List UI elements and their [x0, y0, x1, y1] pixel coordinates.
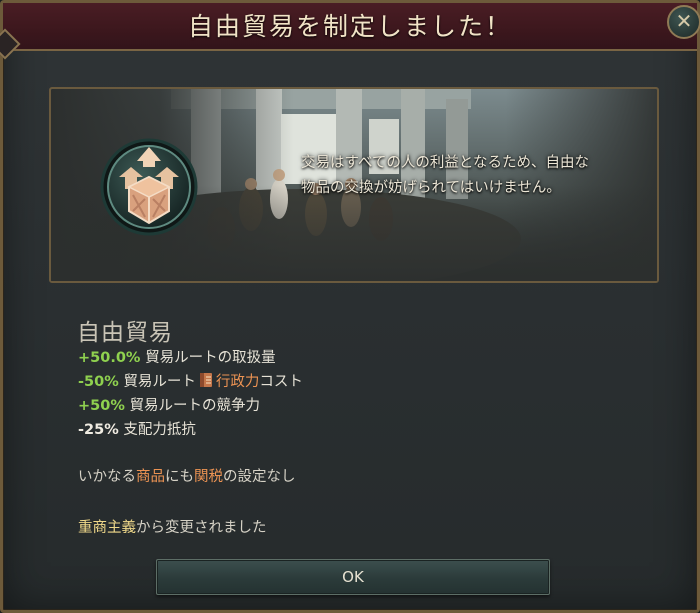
tariff-prefix: いかなる	[78, 469, 136, 485]
event-window: 自由貿易を制定しました！ ✕ 交易はすべての人の利益となるため、自由な物品の交換…	[0, 0, 700, 613]
policy-change-note: 重商主義から変更されました	[78, 516, 267, 537]
administration-scroll-icon	[199, 373, 212, 387]
event-title: 自由貿易を制定しました！	[187, 12, 512, 41]
tariff-middle: にも	[165, 469, 194, 485]
effect-label: 貿易ルートの取扱量	[140, 350, 276, 366]
free-trade-crates-icon	[100, 138, 198, 236]
effect-label: 貿易ルートの競争力	[124, 398, 260, 414]
effect-value: -50%	[78, 374, 119, 390]
tariffs-keyword: 関税	[194, 469, 223, 485]
effect-trade-route-competitiveness: +50% 貿易ルートの競争力	[78, 394, 303, 418]
modifier-name: 自由貿易	[77, 320, 173, 346]
effect-label: 支配力抵抗	[118, 422, 196, 438]
policy-change-suffix: から変更されました	[136, 520, 267, 536]
effect-trade-route-admin-cost: -50% 貿易ルート 行政力コスト	[78, 370, 303, 394]
effect-value: +50%	[78, 398, 125, 414]
effect-control-resistance: -25% 支配力抵抗	[78, 418, 303, 442]
previous-policy: 重商主義	[78, 520, 136, 536]
title-bar: 自由貿易を制定しました！	[3, 3, 697, 51]
effect-value: +50.0%	[78, 350, 141, 366]
modifier-effects: +50.0% 貿易ルートの取扱量 -50% 貿易ルート 行政力コスト +50% …	[78, 346, 303, 442]
goods-keyword: 商品	[136, 469, 165, 485]
close-button[interactable]: ✕	[667, 5, 700, 39]
event-quote: 交易はすべての人の利益となるため、自由な物品の交換が妨げられてはいけません。	[301, 155, 589, 196]
effect-trade-route-volume: +50.0% 貿易ルートの取扱量	[78, 346, 303, 370]
effect-label: 貿易ルート	[118, 374, 196, 390]
tariff-note: いかなる商品にも関税の設定なし	[78, 465, 296, 486]
effect-suffix: コスト	[259, 374, 303, 390]
tariff-suffix: の設定なし	[223, 469, 296, 485]
admin-keyword: 行政力	[215, 374, 260, 390]
effect-value: -25%	[78, 422, 119, 438]
ok-button[interactable]: OK	[156, 559, 550, 595]
